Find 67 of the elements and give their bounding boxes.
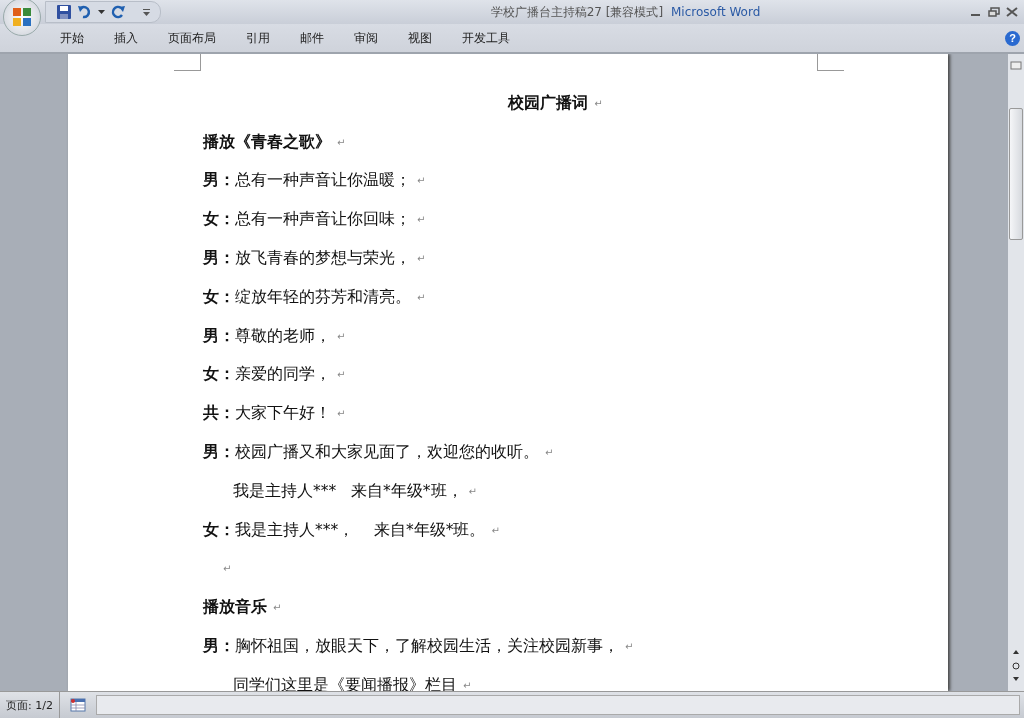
- dialogue-text: 校园广播又和大家见面了，欢迎您的收听。: [235, 442, 539, 464]
- paragraph-mark: ↵: [417, 214, 426, 226]
- heading-text: 播放《青春之歌》: [203, 131, 331, 153]
- ribbon-tab[interactable]: 页面布局: [153, 26, 231, 50]
- ribbon-tab[interactable]: 开发工具: [447, 26, 525, 50]
- paragraph-mark: ↵: [337, 136, 346, 148]
- help-button[interactable]: ?: [1005, 30, 1020, 46]
- paragraph-mark: ↵: [491, 524, 500, 536]
- document-title: 学校广播台主持稿27 [兼容模式]: [490, 4, 664, 19]
- app-name: Microsoft Word: [671, 4, 761, 19]
- speaker-label: 男：: [203, 248, 235, 270]
- close-icon[interactable]: [1006, 7, 1018, 17]
- ribbon-tab[interactable]: 视图: [393, 26, 447, 50]
- speaker-label: 女：: [203, 519, 235, 541]
- crop-mark: [817, 54, 844, 71]
- dialogue-text: 尊敬的老师，: [235, 325, 331, 347]
- dialogue-text: 胸怀祖国，放眼天下，了解校园生活，关注校园新事，: [235, 636, 619, 658]
- customize-toolbar-icon[interactable]: [143, 8, 150, 16]
- dialogue-text: 绽放年轻的芬芳和清亮。: [235, 286, 411, 308]
- dialogue-text: 亲爱的同学，: [235, 364, 331, 386]
- spreadsheet-icon[interactable]: [69, 698, 86, 712]
- document-title-text: 校园广播词: [508, 92, 589, 114]
- paragraph-mark: ↵: [417, 175, 426, 187]
- crop-mark: [174, 54, 201, 71]
- ribbon-tab[interactable]: 插入: [99, 26, 153, 50]
- speaker-label: 男：: [203, 636, 235, 658]
- scroll-thumb[interactable]: [1009, 108, 1023, 240]
- paragraph-mark: ↵: [337, 369, 346, 381]
- paragraph-mark: ↵: [545, 447, 554, 459]
- heading-text: 播放音乐: [203, 597, 267, 619]
- paragraph-mark: ↵: [417, 253, 426, 265]
- paragraph-mark: ↵: [625, 641, 634, 653]
- speaker-label: 女：: [203, 364, 235, 386]
- redo-icon[interactable]: [110, 4, 126, 20]
- ribbon-tab[interactable]: 审阅: [339, 26, 393, 50]
- office-button[interactable]: [3, 0, 41, 36]
- restore-icon[interactable]: [988, 7, 1000, 17]
- dialogue-text: 我是主持人*** 来自*年级*班，: [233, 480, 463, 502]
- paragraph-mark: ↵: [223, 563, 232, 575]
- speaker-label: 男：: [203, 170, 235, 192]
- dialogue-text: 总有一种声音让你温暖；: [235, 170, 411, 192]
- speaker-label: 女：: [203, 286, 235, 308]
- page-count[interactable]: 页面: 1/2: [0, 692, 60, 718]
- save-icon[interactable]: [56, 4, 72, 20]
- vertical-scrollbar[interactable]: [1008, 54, 1024, 691]
- paragraph-mark: ↵: [594, 97, 603, 109]
- paragraph-mark: ↵: [337, 330, 346, 342]
- browse-buttons-icon[interactable]: [1012, 649, 1020, 683]
- speaker-label: 男：: [203, 442, 235, 464]
- dialogue-text: 大家下午好！: [235, 403, 331, 425]
- paragraph-mark: ↵: [417, 291, 426, 303]
- dialogue-text: 放飞青春的梦想与荣光，: [235, 248, 411, 270]
- paragraph-mark: ↵: [337, 408, 346, 420]
- ribbon-tab[interactable]: 邮件: [285, 26, 339, 50]
- dialogue-text: 总有一种声音让你回味；: [235, 209, 411, 231]
- office-logo-icon: [11, 6, 33, 28]
- dropdown-caret-icon[interactable]: [98, 9, 105, 15]
- speaker-label: 男：: [203, 325, 235, 347]
- undo-icon[interactable]: [77, 4, 93, 20]
- ribbon-tab[interactable]: 引用: [231, 26, 285, 50]
- dialogue-text: 我是主持人***， 来自*年级*班。: [235, 519, 486, 541]
- speaker-label: 女：: [203, 209, 235, 231]
- paragraph-mark: ↵: [463, 679, 472, 691]
- speaker-label: 共：: [203, 403, 235, 425]
- paragraph-mark: ↵: [273, 602, 282, 614]
- paragraph-mark: ↵: [468, 485, 477, 497]
- ribbon-tab[interactable]: 开始: [45, 26, 99, 50]
